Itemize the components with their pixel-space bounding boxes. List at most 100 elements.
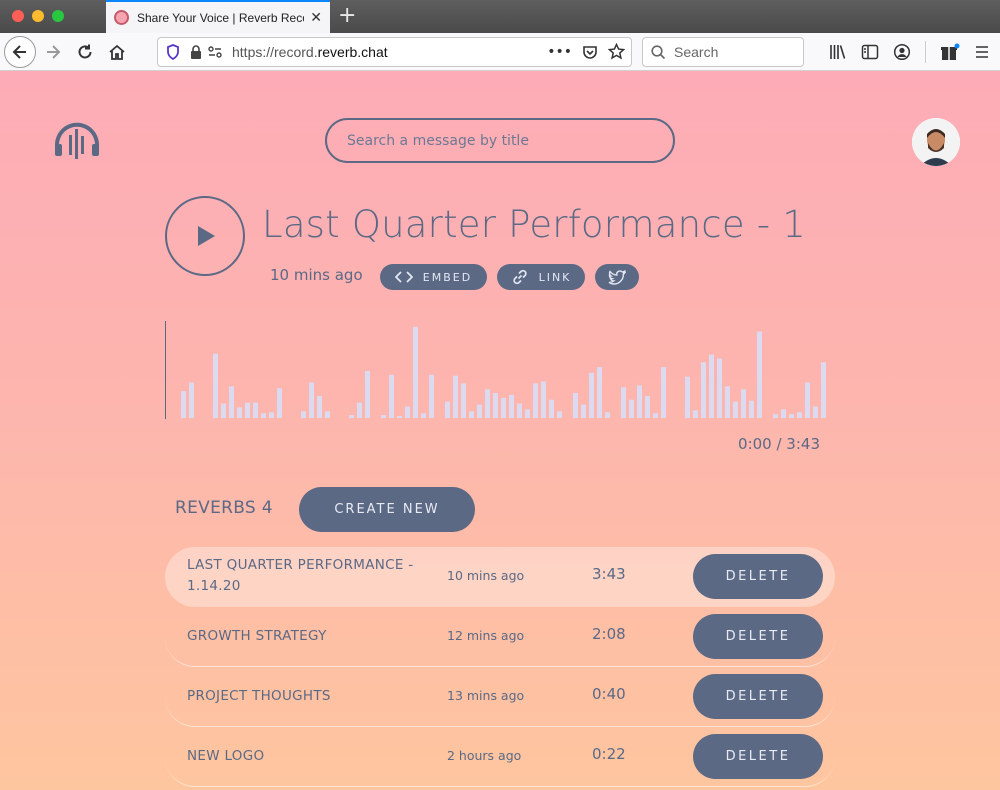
- waveform-bar[interactable]: [381, 415, 386, 418]
- waveform-bar[interactable]: [621, 387, 626, 418]
- reverb-title[interactable]: LAST QUARTER PERFORMANCE - 1.14.20: [187, 555, 417, 597]
- waveform-bar[interactable]: [557, 411, 562, 418]
- waveform-bar[interactable]: [349, 415, 354, 418]
- reverb-row[interactable]: PROJECT THOUGHTS 13 mins ago 0:40 DELETE: [165, 667, 835, 727]
- waveform-bar[interactable]: [741, 389, 746, 418]
- waveform-bar[interactable]: [261, 413, 266, 418]
- close-window-button[interactable]: [12, 10, 24, 22]
- waveform-bar[interactable]: [453, 375, 458, 418]
- reverb-row[interactable]: NEW LOGO 2 hours ago 0:22 DELETE: [165, 727, 835, 787]
- waveform-bar[interactable]: [653, 413, 658, 418]
- library-icon[interactable]: [829, 43, 847, 61]
- waveform-bar[interactable]: [797, 412, 802, 418]
- waveform-bar[interactable]: [517, 403, 522, 418]
- sidebar-icon[interactable]: [861, 43, 879, 61]
- waveform-bar[interactable]: [309, 382, 314, 418]
- waveform-bar[interactable]: [325, 411, 330, 418]
- waveform-bar[interactable]: [701, 362, 706, 418]
- twitter-share-button[interactable]: [595, 264, 639, 290]
- address-bar[interactable]: https://record.reverb.chat •••: [157, 37, 632, 67]
- forward-button[interactable]: [38, 37, 68, 67]
- waveform-bar[interactable]: [245, 402, 250, 418]
- waveform-bar[interactable]: [781, 409, 786, 418]
- maximize-window-button[interactable]: [52, 10, 64, 22]
- new-tab-button[interactable]: +: [338, 3, 356, 28]
- reverb-logo-icon[interactable]: [52, 117, 102, 163]
- more-actions-icon[interactable]: •••: [547, 44, 572, 60]
- create-new-button[interactable]: CREATE NEW: [299, 487, 475, 532]
- waveform-bar[interactable]: [709, 354, 714, 418]
- waveform-bar[interactable]: [821, 362, 826, 418]
- user-avatar[interactable]: [912, 118, 960, 166]
- waveform-bar[interactable]: [509, 394, 514, 418]
- waveform-bar[interactable]: [221, 403, 226, 418]
- waveform-bar[interactable]: [685, 376, 690, 418]
- browser-search-box[interactable]: Search: [642, 37, 804, 67]
- waveform-bar[interactable]: [581, 404, 586, 418]
- delete-button[interactable]: DELETE: [693, 674, 823, 719]
- waveform-bar[interactable]: [789, 414, 794, 418]
- reverb-title[interactable]: GROWTH STRATEGY: [187, 626, 417, 647]
- embed-button[interactable]: EMBED: [380, 264, 487, 290]
- waveform-bar[interactable]: [749, 400, 754, 418]
- waveform-bar[interactable]: [717, 358, 722, 418]
- waveform-bar[interactable]: [645, 395, 650, 418]
- account-icon[interactable]: [893, 43, 911, 61]
- waveform-bar[interactable]: [661, 367, 666, 418]
- gift-icon[interactable]: [940, 43, 960, 61]
- waveform-bar[interactable]: [181, 391, 186, 418]
- waveform-bar[interactable]: [357, 402, 362, 418]
- waveform-bar[interactable]: [469, 411, 474, 418]
- playhead-cursor[interactable]: [165, 321, 166, 419]
- waveform-bar[interactable]: [637, 385, 642, 418]
- waveform-bar[interactable]: [549, 399, 554, 418]
- reverb-row[interactable]: LAST QUARTER PERFORMANCE - 1.14.20 10 min…: [165, 547, 835, 607]
- waveform-bar[interactable]: [757, 331, 762, 418]
- reverb-title[interactable]: PROJECT THOUGHTS: [187, 686, 417, 707]
- play-button[interactable]: [165, 196, 245, 276]
- delete-button[interactable]: DELETE: [693, 554, 823, 599]
- audio-waveform[interactable]: [165, 321, 835, 419]
- reverb-title[interactable]: NEW LOGO: [187, 746, 417, 767]
- back-button[interactable]: [4, 36, 36, 68]
- waveform-bar[interactable]: [485, 389, 490, 418]
- tab-close-icon[interactable]: ✕: [310, 10, 322, 26]
- message-search-input[interactable]: [347, 132, 647, 149]
- waveform-bar[interactable]: [213, 353, 218, 418]
- waveform-bar[interactable]: [365, 370, 370, 418]
- waveform-bar[interactable]: [501, 397, 506, 418]
- waveform-bar[interactable]: [533, 383, 538, 418]
- minimize-window-button[interactable]: [32, 10, 44, 22]
- waveform-bar[interactable]: [461, 383, 466, 418]
- waveform-bar[interactable]: [269, 412, 274, 418]
- waveform-bar[interactable]: [773, 414, 778, 418]
- waveform-bar[interactable]: [493, 393, 498, 418]
- waveform-bar[interactable]: [413, 326, 418, 418]
- waveform-bar[interactable]: [541, 381, 546, 418]
- waveform-bar[interactable]: [445, 401, 450, 418]
- waveform-bar[interactable]: [629, 399, 634, 418]
- waveform-bar[interactable]: [389, 374, 394, 418]
- waveform-bar[interactable]: [477, 404, 482, 418]
- waveform-bar[interactable]: [317, 395, 322, 418]
- waveform-bar[interactable]: [253, 402, 258, 418]
- home-button[interactable]: [102, 37, 132, 67]
- hamburger-menu-icon[interactable]: [974, 44, 990, 60]
- reverb-row[interactable]: GROWTH STRATEGY 12 mins ago 2:08 DELETE: [165, 607, 835, 667]
- waveform-bar[interactable]: [301, 411, 306, 418]
- waveform-bar[interactable]: [525, 409, 530, 418]
- waveform-bar[interactable]: [813, 406, 818, 418]
- waveform-bar[interactable]: [605, 412, 610, 418]
- waveform-bar[interactable]: [597, 367, 602, 418]
- waveform-bar[interactable]: [733, 401, 738, 418]
- link-button[interactable]: LINK: [497, 264, 585, 290]
- message-search[interactable]: [325, 118, 675, 163]
- waveform-bar[interactable]: [429, 374, 434, 418]
- waveform-bar[interactable]: [725, 386, 730, 418]
- star-icon[interactable]: [608, 43, 625, 60]
- delete-button[interactable]: DELETE: [693, 734, 823, 779]
- waveform-bar[interactable]: [805, 382, 810, 418]
- delete-button[interactable]: DELETE: [693, 614, 823, 659]
- waveform-bar[interactable]: [229, 386, 234, 418]
- waveform-bar[interactable]: [573, 393, 578, 418]
